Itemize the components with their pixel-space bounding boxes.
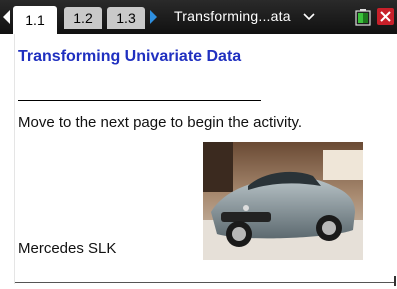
car-photo xyxy=(203,142,363,260)
chevron-down-icon[interactable] xyxy=(303,13,315,21)
car-caption: Mercedes SLK xyxy=(18,240,117,257)
instruction-text: Move to the next page to begin the activ… xyxy=(18,114,303,131)
scroll-indicator xyxy=(394,276,396,286)
tab-bar: 1.1 1.2 1.3 Transforming...ata xyxy=(0,0,397,34)
right-arrow-icon[interactable] xyxy=(150,10,157,24)
battery-icon xyxy=(355,9,371,26)
heading-divider xyxy=(18,100,261,101)
left-arrow-icon[interactable] xyxy=(3,10,10,24)
page-title: Transforming Univariate Data xyxy=(18,48,242,65)
close-icon[interactable] xyxy=(377,8,394,25)
tab-1-3[interactable]: 1.3 xyxy=(107,7,145,29)
page-left-edge xyxy=(14,34,15,284)
tab-1-2[interactable]: 1.2 xyxy=(64,7,102,29)
document-title[interactable]: Transforming...ata xyxy=(174,8,291,24)
tab-1-1[interactable]: 1.1 xyxy=(13,6,57,34)
bottom-divider xyxy=(15,282,395,283)
